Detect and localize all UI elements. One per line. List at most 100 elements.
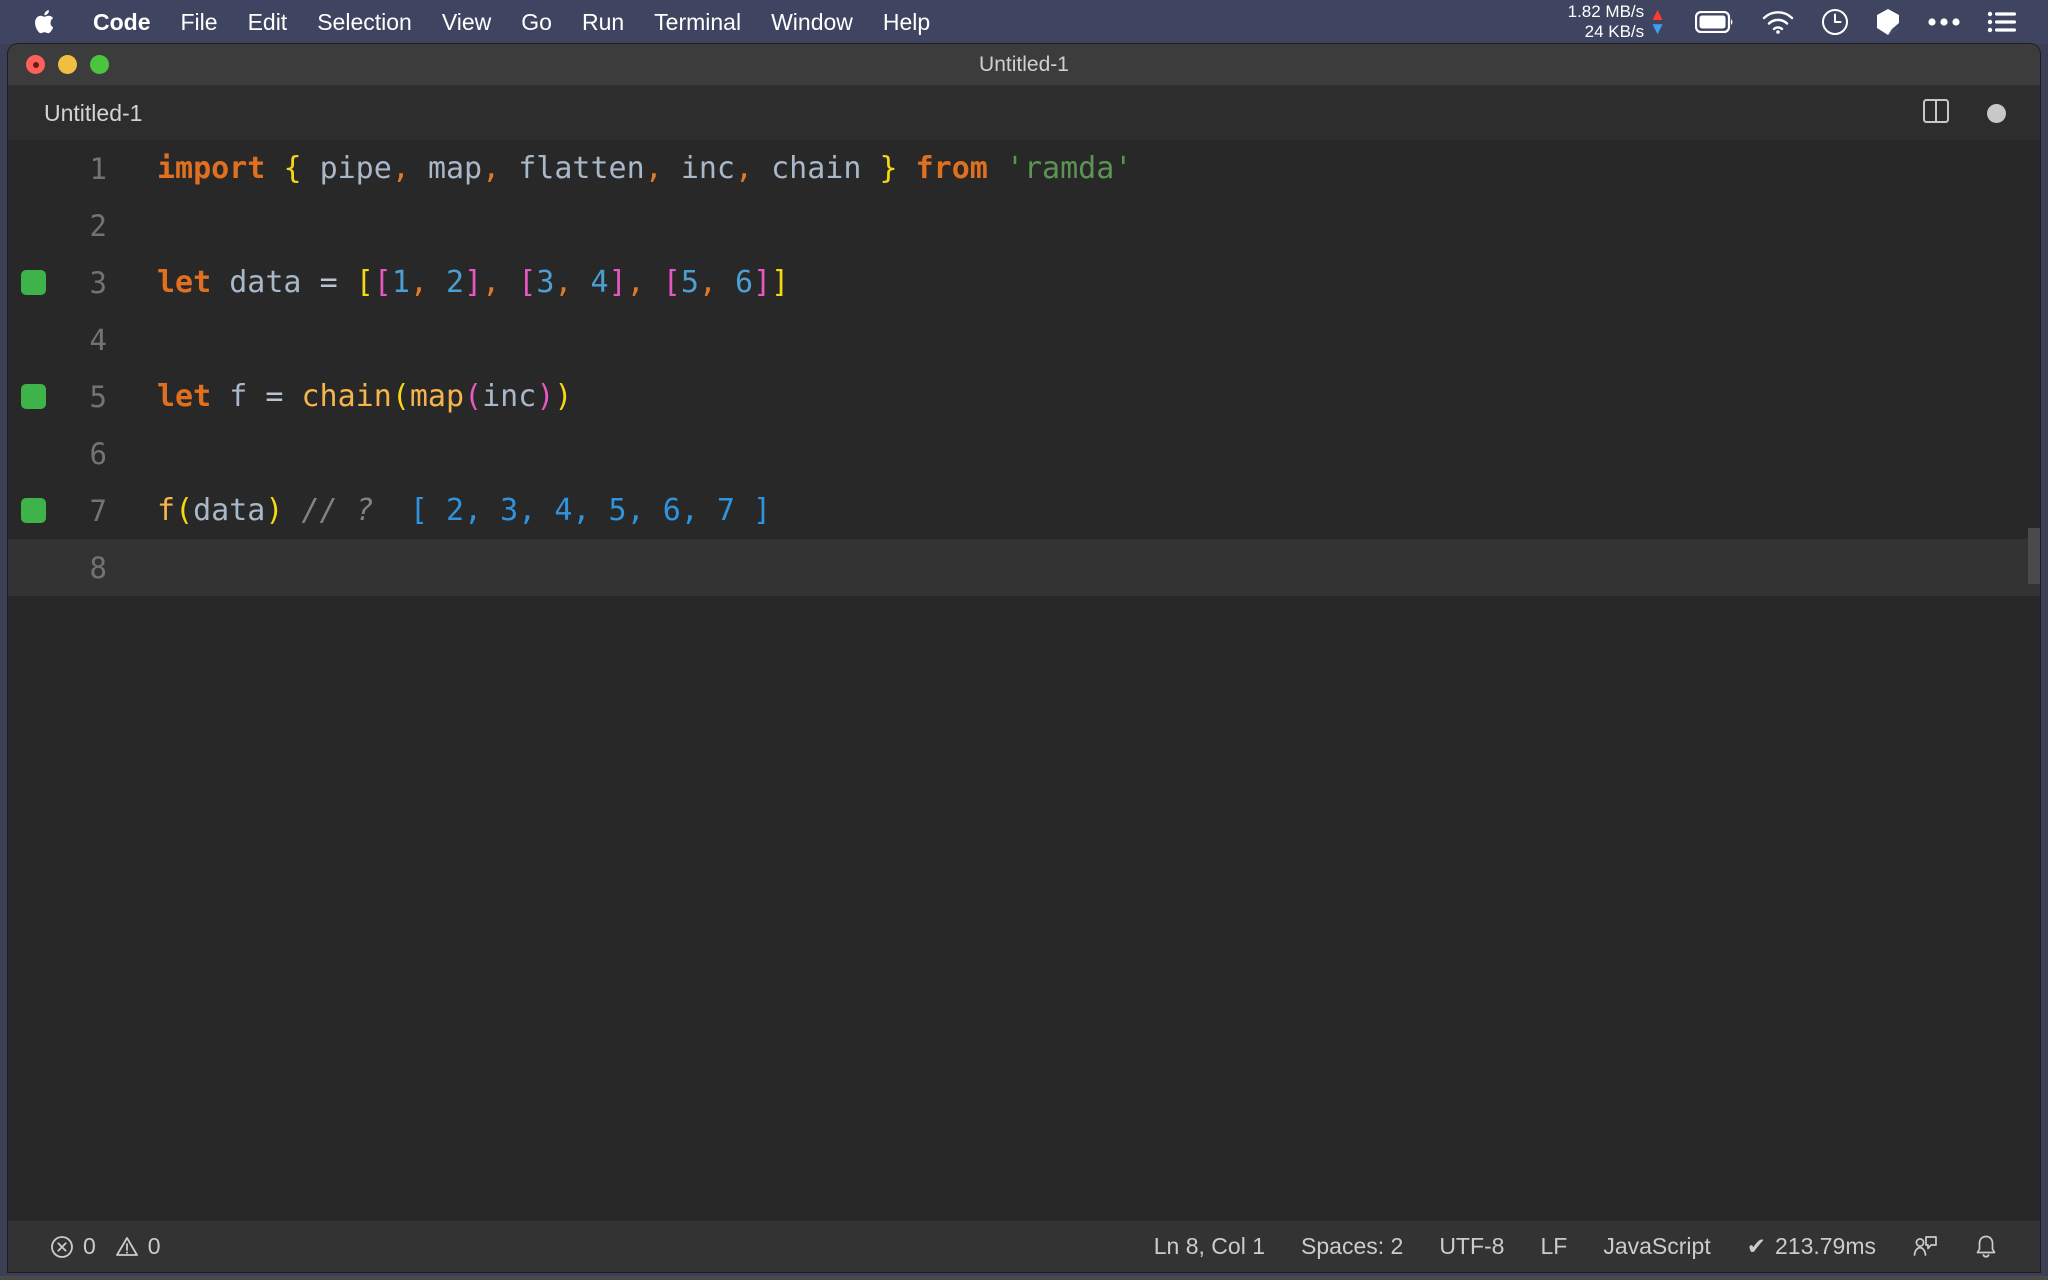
menu-item-go[interactable]: Go — [506, 0, 567, 44]
code-token: // ? — [301, 493, 374, 528]
quokka-line-marker[interactable] — [21, 498, 46, 523]
code-token: pipe — [319, 151, 392, 186]
code-token: map — [427, 151, 483, 186]
cursor-position[interactable]: Ln 8, Col 1 — [1136, 1233, 1283, 1260]
code-line[interactable]: 4 — [8, 311, 2040, 368]
line-content: f(data) // ? [ 2, 3, 4, 5, 6, 7 ] — [131, 493, 771, 528]
code-token: = — [265, 379, 284, 414]
check-icon: ✔ — [1746, 1233, 1766, 1259]
code-token: map — [409, 379, 465, 414]
code-token: chain — [301, 379, 392, 414]
code-token: data — [193, 493, 266, 528]
line-content: let data = [[1, 2], [3, 4], [5, 6]] — [131, 265, 789, 300]
code-token: { — [283, 151, 302, 186]
code-token: from — [915, 151, 988, 186]
indentation-setting[interactable]: Spaces: 2 — [1283, 1233, 1421, 1260]
menu-item-help[interactable]: Help — [868, 0, 945, 44]
menu-item-selection[interactable]: Selection — [302, 0, 427, 44]
menu-item-window[interactable]: Window — [756, 0, 868, 44]
wifi-icon[interactable] — [1761, 0, 1795, 44]
code-token: 4 — [590, 265, 609, 300]
code-line[interactable]: 1 import { pipe, map, flatten, inc, chain… — [8, 140, 2040, 197]
code-token: , — [698, 265, 717, 300]
code-line[interactable]: 7 f(data) // ? [ 2, 3, 4, 5, 6, 7 ] — [8, 482, 2040, 539]
battery-icon[interactable] — [1695, 0, 1735, 44]
encoding-setting[interactable]: UTF-8 — [1421, 1233, 1522, 1260]
feedback-icon[interactable] — [1894, 1234, 1956, 1260]
apple-icon[interactable] — [0, 8, 78, 36]
code-token: flatten — [518, 151, 645, 186]
code-token: data — [229, 265, 302, 300]
menu-item-code[interactable]: Code — [78, 0, 166, 44]
line-content: let f = chain(map(inc)) — [131, 379, 572, 414]
macos-menu-bar: Code File Edit Selection View Go Run Ter… — [0, 0, 2048, 44]
problems-status[interactable]: 0 0 — [36, 1233, 175, 1260]
editor-tab-bar: Untitled-1 — [8, 86, 2040, 140]
menu-item-terminal[interactable]: Terminal — [639, 0, 756, 44]
menu-bar-status-items: 1.82 MB/s 24 KB/s ▲ ▼ — [1568, 0, 2048, 44]
code-token: ( — [464, 379, 483, 414]
code-line[interactable]: 6 — [8, 425, 2040, 482]
eol-setting[interactable]: LF — [1522, 1233, 1585, 1260]
control-center-icon[interactable] — [1987, 0, 2017, 44]
menu-item-view[interactable]: View — [427, 0, 506, 44]
upload-rate: 1.82 MB/s — [1567, 1, 1645, 21]
code-line[interactable]: 2 — [8, 197, 2040, 254]
more-icon[interactable] — [1927, 0, 1961, 44]
code-token: , — [482, 151, 501, 186]
code-token: chain — [771, 151, 862, 186]
minimize-button[interactable] — [58, 55, 77, 74]
dropbox-icon[interactable] — [1875, 0, 1901, 44]
unsaved-indicator[interactable] — [1987, 103, 2006, 123]
window-bottom-edge — [0, 1276, 2048, 1280]
split-editor-icon[interactable] — [1921, 96, 1951, 131]
tab-untitled-1[interactable]: Untitled-1 — [8, 86, 171, 140]
code-token: ] — [608, 265, 627, 300]
code-token: = — [319, 265, 338, 300]
menu-item-file[interactable]: File — [166, 0, 233, 44]
bell-icon[interactable] — [1956, 1234, 2016, 1260]
line-number: 8 — [89, 550, 107, 585]
download-rate: 24 KB/s — [1584, 22, 1645, 41]
editor-scrollbar[interactable] — [2028, 528, 2040, 584]
code-token: ) — [536, 379, 555, 414]
error-count: 0 — [83, 1233, 96, 1259]
network-speed-indicator[interactable]: 1.82 MB/s 24 KB/s ▲ ▼ — [1568, 2, 1666, 42]
menu-item-edit[interactable]: Edit — [233, 0, 303, 44]
menu-item-run[interactable]: Run — [567, 0, 639, 44]
code-line[interactable]: 5 let f = chain(map(inc)) — [8, 368, 2040, 425]
code-token: let — [157, 379, 212, 414]
language-mode[interactable]: JavaScript — [1585, 1233, 1728, 1260]
quokka-runtime[interactable]: ✔ 213.79ms — [1729, 1233, 1894, 1260]
code-token: ( — [175, 493, 194, 528]
code-editor[interactable]: 1 import { pipe, map, flatten, inc, chain… — [8, 140, 2040, 1220]
quokka-line-marker[interactable] — [21, 270, 46, 295]
code-line[interactable]: 3 let data = [[1, 2], [3, 4], [5, 6]] — [8, 254, 2040, 311]
code-token: ] — [753, 265, 772, 300]
clock-icon[interactable] — [1821, 0, 1849, 44]
error-icon — [50, 1235, 74, 1259]
code-token: 5 — [680, 265, 699, 300]
code-token: ) — [265, 493, 284, 528]
code-token: 'ramda' — [1005, 151, 1133, 186]
code-token: inc — [680, 151, 735, 186]
editor-lines: 1 import { pipe, map, flatten, inc, chain… — [8, 140, 2040, 596]
code-line[interactable]: 8 — [8, 539, 2040, 596]
close-button[interactable] — [26, 55, 45, 74]
code-token: ( — [391, 379, 410, 414]
code-token: [ — [662, 265, 681, 300]
zoom-button[interactable] — [90, 55, 109, 74]
quokka-line-marker[interactable] — [21, 384, 46, 409]
code-token: 1 — [391, 265, 410, 300]
